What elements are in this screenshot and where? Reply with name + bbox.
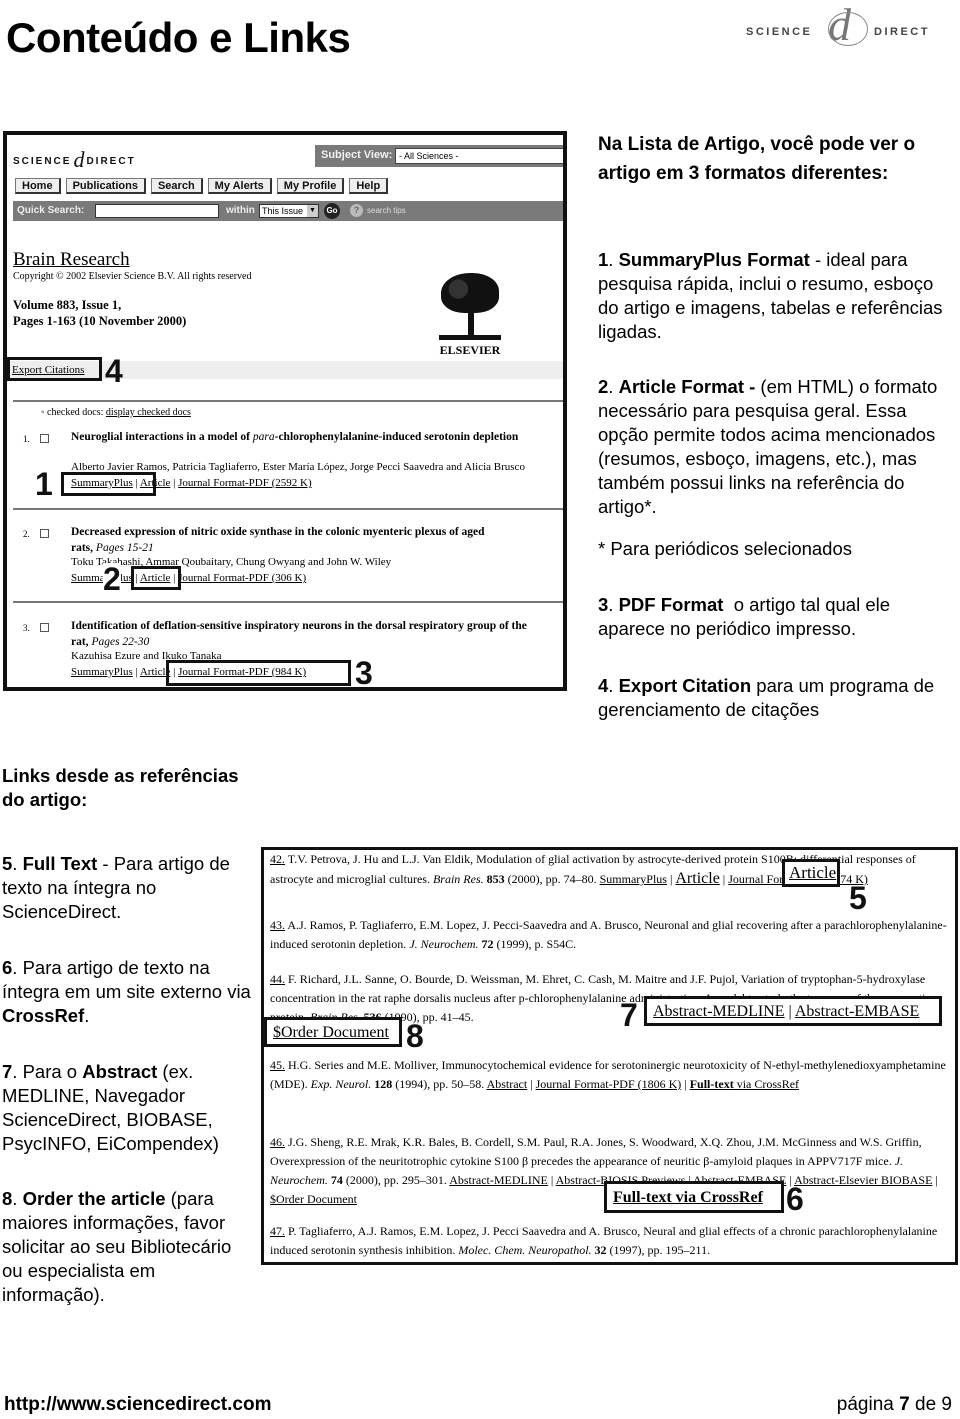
article-checkbox[interactable] [40, 434, 49, 443]
formats-heading: Na Lista de Artigo, você pode ver o arti… [598, 134, 916, 184]
chevron-down-icon: ▼ [307, 205, 318, 217]
callout-box-8: $Order Document [264, 1017, 402, 1047]
full-text-crossref-link[interactable]: Full-text via CrossRef [613, 1188, 763, 1207]
radio-icon[interactable]: ◦ [41, 407, 45, 418]
nav-my-alerts-button[interactable]: My Alerts [207, 178, 272, 194]
nav-my-profile-button[interactable]: My Profile [276, 178, 345, 194]
format-item-4: 4. Export Citation para um programa de g… [598, 675, 935, 720]
article-number: 1. [23, 434, 30, 444]
pdf-link[interactable]: Journal Format-PDF (306 K) [178, 572, 306, 584]
link-item-7: 7. Para o Abstract (ex. MEDLINE, Navegad… [2, 1061, 219, 1154]
callout-number-8: 8 [406, 1018, 424, 1054]
checked-docs: ◦ checked docs: display checked docs [41, 407, 191, 418]
pdf-link[interactable]: Journal Format-PDF (1806 K) [536, 1077, 682, 1091]
subject-view-label: Subject View: [321, 149, 393, 161]
references-screenshot: 42. T.V. Petrova, J. Hu and L.J. Van Eld… [261, 847, 958, 1265]
article-title[interactable]: Neuroglial interactions in a model of pa… [71, 429, 518, 445]
reference-item: 43. A.J. Ramos, P. Tagliaferro, E.M. Lop… [270, 918, 947, 951]
article-checkbox[interactable] [40, 529, 49, 538]
format-item-2: 2. Article Format - (em HTML) o formato … [598, 376, 938, 517]
link-item-8: 8. Order the article (para maiores infor… [2, 1188, 232, 1305]
quick-search-input[interactable] [95, 204, 219, 218]
pdf-link[interactable]: Journal Format-PDF (2592 K) [178, 477, 312, 489]
article-list-screenshot: SCIENCEd DIRECT Subject View: - All Scien… [3, 131, 567, 691]
abstract-embase-link[interactable]: Abstract-EMBASE [795, 1003, 919, 1020]
callout-box-4 [7, 357, 102, 381]
divider [13, 400, 563, 402]
article-link[interactable]: Article [675, 870, 719, 887]
callout-box-2 [131, 566, 181, 590]
links-heading: Links desde as referências do artigo: [2, 765, 239, 810]
article-number: 3. [23, 623, 30, 633]
callout-box-3 [166, 660, 351, 686]
callout-number-2: 2 [103, 561, 121, 597]
subject-view-select[interactable]: - All Sciences - [395, 148, 563, 164]
article-title[interactable]: Decreased expression of nitric oxide syn… [71, 524, 485, 556]
logo-mark-icon: d [828, 2, 868, 48]
go-button[interactable]: Go [324, 203, 340, 219]
within-select[interactable]: This Issue ▼ [259, 204, 319, 218]
reference-item: 45. H.G. Series and M.E. Molliver, Immun… [270, 1058, 946, 1091]
nav-publications-button[interactable]: Publications [65, 178, 146, 194]
summaryplus-link[interactable]: SummaryPlus [71, 666, 133, 678]
elsevier-tree-icon [439, 273, 501, 343]
copyright: Copyright © 2002 Elsevier Science B.V. A… [13, 271, 252, 282]
callout-number-4: 4 [105, 353, 123, 389]
format-note: * Para periódicos selecionados [598, 538, 853, 559]
logo-word-left: SCIENCE [746, 26, 813, 38]
within-label: within [226, 205, 255, 216]
abstract-medline-link[interactable]: Abstract-MEDLINE [653, 1003, 785, 1020]
summaryplus-link[interactable]: SummaryPlus [71, 572, 133, 584]
sciencedirect-logo: SCIENCE d DIRECT [746, 2, 956, 50]
summaryplus-link[interactable]: SummaryPlus [600, 872, 667, 886]
nav-help-button[interactable]: Help [349, 178, 389, 194]
display-checked-docs-link[interactable]: display checked docs [106, 407, 191, 418]
sciencedirect-logo-small: SCIENCEd DIRECT [13, 147, 136, 172]
callout-number-7: 7 [620, 997, 638, 1033]
link-item-5: 5. Full Text - Para artigo de texto na í… [2, 853, 230, 922]
quick-search-bar: Quick Search: within This Issue ▼ Go ? se… [13, 201, 563, 221]
page-title: Conteúdo e Links [6, 14, 351, 61]
search-tips-link[interactable]: search tips [367, 206, 406, 215]
footer-url[interactable]: http://www.sciencedirect.com [4, 1394, 271, 1416]
subject-view-bar: Subject View: - All Sciences - [315, 145, 563, 167]
elsevier-logo: ELSEVIER [435, 273, 505, 358]
volume-info: Volume 883, Issue 1, Pages 1-163 (10 Nov… [13, 298, 187, 328]
nav-home-button[interactable]: Home [15, 178, 61, 194]
article-checkbox[interactable] [40, 623, 49, 632]
format-item-3: 3. PDF Format o artigo tal qual ele apar… [598, 594, 896, 639]
page-number: página 7 de 9 [836, 1394, 952, 1415]
link-item-6: 6. Para artigo de texto na íntegra em um… [2, 957, 251, 1026]
article-number: 2. [23, 529, 30, 539]
nav-search-button[interactable]: Search [150, 178, 203, 194]
format-item-1: 1. SummaryPlus Format - ideal para pesqu… [598, 249, 943, 342]
full-text-link[interactable]: Full-text [690, 1077, 734, 1091]
callout-box-5: Article [782, 859, 840, 887]
callout-number-5: 5 [849, 880, 867, 916]
callout-number-6: 6 [786, 1181, 804, 1217]
reference-item: 47. P. Tagliaferro, A.J. Ramos, E.M. Lop… [270, 1224, 938, 1257]
callout-number-3: 3 [355, 655, 373, 691]
help-icon[interactable]: ? [350, 204, 363, 217]
callout-number-1: 1 [35, 466, 53, 502]
divider [13, 508, 563, 510]
nav-bar: Home Publications Search My Alerts My Pr… [15, 178, 389, 194]
order-document-link[interactable]: $Order Document [273, 1023, 389, 1042]
divider [13, 601, 563, 603]
callout-box-7: Abstract-MEDLINE | Abstract-EMBASE [644, 996, 942, 1026]
quick-search-label: Quick Search: [17, 205, 85, 216]
article-title[interactable]: Identification of deflation-sensitive in… [71, 618, 527, 650]
logo-word-right: DIRECT [874, 26, 930, 38]
callout-box-1 [61, 472, 156, 496]
journal-title[interactable]: Brain Research [13, 249, 130, 271]
abstract-link[interactable]: Abstract [487, 1077, 528, 1091]
callout-box-6: Full-text via CrossRef [604, 1181, 784, 1213]
